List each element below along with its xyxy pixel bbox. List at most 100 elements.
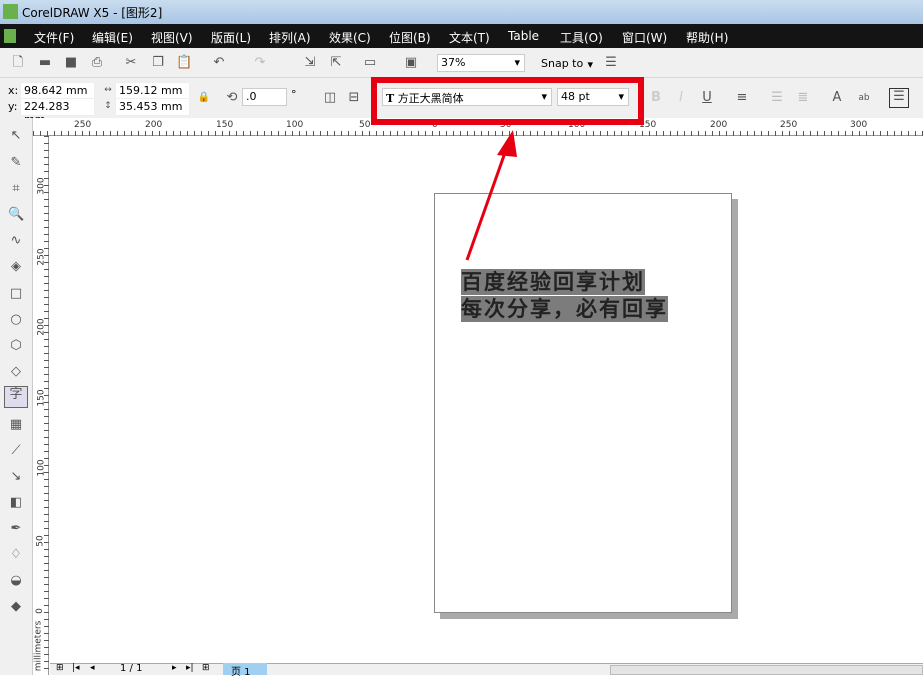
first-page-icon[interactable]: |◂ (72, 663, 80, 673)
page-navigator: ⊞ |◂ ◂ 1 / 1 ▸ ▸| ⊞ 页 1 (50, 663, 923, 678)
smart-fill-icon[interactable]: ◈ (8, 259, 24, 275)
eyedropper-icon[interactable]: ✒ (8, 521, 24, 537)
ruler-label: 150 (216, 120, 234, 130)
interactive-fill-icon[interactable]: ◆ (8, 599, 24, 615)
snap-to-dropdown[interactable]: Snap to (541, 57, 597, 71)
dimension-tool-icon[interactable]: ⟋ (8, 443, 24, 459)
paste-icon[interactable]: 📋 (176, 55, 192, 71)
ruler-label: 50 (359, 120, 371, 130)
height-icon: ↕ (104, 101, 112, 111)
app-logo-icon (3, 4, 18, 19)
export-icon[interactable]: ⇱ (328, 55, 344, 71)
welcome-screen-icon[interactable]: ▣ (403, 55, 419, 71)
prev-page-icon[interactable]: ◂ (90, 663, 95, 673)
x-label: x: (8, 84, 19, 97)
standard-toolbar: 🗋 ▬ ■ ⎙ ✂ ❐ 📋 ↶ ↷ ⇲ ⇱ ▭ ▣ 37% Snap to ☰ (0, 48, 923, 78)
bullets-icon[interactable]: ☰ (769, 90, 785, 106)
x-value: 98.642 mm (24, 84, 88, 97)
width-icon: ↔ (104, 85, 112, 95)
highlight-box (371, 77, 644, 125)
redo-icon[interactable]: ↷ (252, 55, 268, 71)
fill-tool-icon[interactable]: ◒ (8, 573, 24, 589)
edit-text-icon[interactable]: ab (856, 90, 872, 106)
vertical-ruler[interactable]: 300 250 200 150 100 50 0 millimeters (33, 136, 49, 675)
last-page-icon[interactable]: ▸| (186, 663, 194, 673)
horizontal-scrollbar[interactable] (610, 665, 923, 675)
add-page-after-icon[interactable]: ⊞ (202, 663, 210, 673)
height-field[interactable]: 35.453 mm (115, 98, 190, 116)
menu-layout[interactable]: 版面(L) (211, 29, 251, 46)
text-tool-icon[interactable]: 字 (4, 386, 28, 408)
page-tab[interactable]: 页 1 (223, 663, 267, 678)
basic-shapes-icon[interactable]: ◇ (8, 364, 24, 380)
menu-help[interactable]: 帮助(H) (686, 29, 728, 46)
zoom-tool-icon[interactable]: 🔍 (8, 207, 24, 223)
print-icon[interactable]: ⎙ (89, 55, 105, 71)
menu-view[interactable]: 视图(V) (151, 29, 193, 46)
lock-ratio-icon[interactable]: 🔒 (196, 90, 212, 106)
ruler-label: 100 (286, 120, 304, 130)
import-icon[interactable]: ⇲ (302, 55, 318, 71)
add-page-icon[interactable]: ⊞ (56, 663, 64, 673)
alignment-icon[interactable]: ≡ (734, 90, 750, 106)
freehand-tool-icon[interactable]: ∿ (8, 233, 24, 249)
menu-effects[interactable]: 效果(C) (329, 29, 371, 46)
application-launcher-icon[interactable]: ▭ (362, 55, 378, 71)
ruler-label: 200 (145, 120, 163, 130)
drop-cap-icon[interactable]: ≣ (795, 90, 811, 106)
next-page-icon[interactable]: ▸ (172, 663, 177, 673)
shape-tool-icon[interactable]: ✎ (8, 155, 24, 171)
menu-file[interactable]: 文件(F) (34, 29, 74, 46)
crop-tool-icon[interactable]: ⌗ (8, 181, 24, 197)
outline-tool-icon[interactable]: ♢ (8, 547, 24, 563)
bold-icon[interactable]: B (648, 90, 664, 106)
character-formatting-icon[interactable]: A (829, 90, 845, 106)
menu-bar: 文件(F) 编辑(E) 视图(V) 版面(L) 排列(A) 效果(C) 位图(B… (0, 24, 923, 48)
menu-bitmaps[interactable]: 位图(B) (389, 29, 431, 46)
window-title: CorelDRAW X5 - [图形2] (22, 6, 163, 20)
annotation-arrow (465, 130, 517, 261)
menu-table[interactable]: Table (508, 29, 539, 43)
blend-tool-icon[interactable]: ◧ (8, 495, 24, 511)
y-position-field[interactable]: 224.283 mm (20, 98, 95, 126)
menu-arrange[interactable]: 排列(A) (269, 29, 311, 46)
width-value: 159.12 mm (119, 84, 183, 97)
underline-icon[interactable]: U (699, 90, 715, 106)
title-bar: CorelDRAW X5 - [图形2] (0, 0, 923, 24)
ellipse-tool-icon[interactable]: ○ (8, 312, 24, 328)
connector-tool-icon[interactable]: ↘ (8, 469, 24, 485)
cut-icon[interactable]: ✂ (123, 55, 139, 71)
horizontal-text-icon[interactable]: ☰ (889, 88, 909, 108)
page-count: 1 / 1 (120, 663, 143, 674)
new-icon[interactable]: 🗋 (10, 55, 26, 71)
y-label: y: (8, 100, 18, 113)
italic-icon[interactable]: I (673, 90, 689, 106)
app-menu-icon[interactable] (4, 29, 16, 43)
table-tool-icon[interactable]: ▦ (8, 417, 24, 433)
undo-icon[interactable]: ↶ (211, 55, 227, 71)
height-value: 35.453 mm (119, 100, 183, 113)
ruler-ticks (44, 136, 49, 675)
rotation-field[interactable]: .0 (242, 88, 287, 106)
pick-tool-icon[interactable]: ↖ (8, 128, 24, 144)
ruler-label: 250 (74, 120, 92, 130)
open-icon[interactable]: ▬ (37, 55, 53, 71)
text-line[interactable]: 百度经验回享计划 (461, 269, 645, 295)
save-icon[interactable]: ■ (63, 55, 79, 71)
options-icon[interactable]: ☰ (603, 55, 619, 71)
menu-tools[interactable]: 工具(O) (560, 29, 603, 46)
text-line[interactable]: 每次分享，必有回享 (461, 296, 668, 322)
ruler-label: 250 (780, 120, 798, 130)
rectangle-tool-icon[interactable]: □ (8, 286, 24, 302)
menu-window[interactable]: 窗口(W) (622, 29, 667, 46)
menu-edit[interactable]: 编辑(E) (92, 29, 133, 46)
mirror-vertical-icon[interactable]: ⊟ (346, 90, 362, 106)
mirror-horizontal-icon[interactable]: ◫ (322, 90, 338, 106)
ruler-label: 200 (710, 120, 728, 130)
copy-icon[interactable]: ❐ (150, 55, 166, 71)
polygon-tool-icon[interactable]: ⬡ (8, 338, 24, 354)
zoom-select[interactable]: 37% (437, 54, 525, 72)
menu-text[interactable]: 文本(T) (449, 29, 490, 46)
ruler-unit: millimeters (33, 620, 44, 672)
zoom-value: 37% (441, 56, 466, 69)
